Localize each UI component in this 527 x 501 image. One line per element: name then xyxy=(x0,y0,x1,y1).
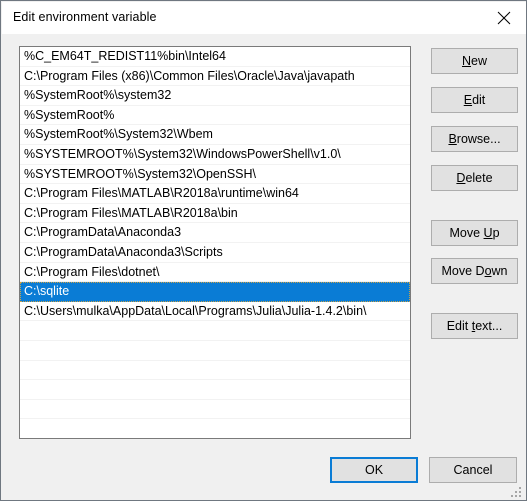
close-icon[interactable] xyxy=(481,2,526,33)
move-down-accel: o xyxy=(484,264,492,278)
cancel-button[interactable]: Cancel xyxy=(429,457,517,483)
list-item[interactable]: C:\ProgramData\Anaconda3\Scripts xyxy=(20,243,410,263)
grip-dot xyxy=(515,491,517,493)
delete-button[interactable]: Delete xyxy=(431,165,518,191)
browse-accel: B xyxy=(448,132,457,146)
list-item[interactable]: %SYSTEMROOT%\System32\OpenSSH\ xyxy=(20,165,410,185)
move-up-accel: U xyxy=(483,226,493,240)
list-item-empty[interactable] xyxy=(20,400,410,420)
list-item[interactable]: C:\Program Files\dotnet\ xyxy=(20,263,410,283)
edit-accel: E xyxy=(463,93,473,107)
list-item-empty[interactable] xyxy=(20,321,410,341)
move-down-button[interactable]: Move Down xyxy=(431,258,518,284)
browse-button[interactable]: Browse... xyxy=(431,126,518,152)
list-item-empty[interactable] xyxy=(20,341,410,361)
ok-button[interactable]: OK xyxy=(330,457,418,483)
new-label-post: ew xyxy=(471,54,487,68)
edit-button[interactable]: Edit xyxy=(431,87,518,113)
list-item[interactable]: C:\sqlite xyxy=(20,282,410,302)
list-item[interactable]: C:\Users\mulka\AppData\Local\Programs\Ju… xyxy=(20,302,410,322)
list-item-empty[interactable] xyxy=(20,380,410,400)
close-glyph xyxy=(497,11,511,24)
grip-dot xyxy=(515,495,517,497)
grip-dot xyxy=(519,495,521,497)
list-item[interactable]: %C_EM64T_REDIST11%bin\Intel64 xyxy=(20,47,410,67)
move-up-label-post: p xyxy=(492,226,500,240)
edit-text-label-pre: Edit xyxy=(446,319,472,333)
move-up-button[interactable]: Move Up xyxy=(431,220,518,246)
list-item[interactable]: %SystemRoot%\system32 xyxy=(20,86,410,106)
list-item[interactable]: C:\Program Files\MATLAB\R2018a\runtime\w… xyxy=(20,184,410,204)
list-item[interactable]: C:\Program Files\MATLAB\R2018a\bin xyxy=(20,204,410,224)
grip-dot xyxy=(519,491,521,493)
resize-grip-icon[interactable] xyxy=(511,485,523,497)
dialog-title: Edit environment variable xyxy=(13,10,157,24)
new-button[interactable]: New xyxy=(431,48,518,74)
list-item[interactable]: %SYSTEMROOT%\System32\WindowsPowerShell\… xyxy=(20,145,410,165)
list-item[interactable]: C:\ProgramData\Anaconda3 xyxy=(20,223,410,243)
list-item[interactable]: %SystemRoot% xyxy=(20,106,410,126)
grip-dot xyxy=(519,487,521,489)
browse-label-post: rowse... xyxy=(456,132,501,146)
edit-label-post: dit xyxy=(472,93,486,107)
edit-environment-variable-dialog: Edit environment variable %C_EM64T_REDIS… xyxy=(0,0,527,501)
path-list[interactable]: %C_EM64T_REDIST11%bin\Intel64 C:\Program … xyxy=(19,46,411,439)
list-item[interactable]: %SystemRoot%\System32\Wbem xyxy=(20,125,410,145)
move-down-label-pre: Move D xyxy=(441,264,485,278)
list-item[interactable]: C:\Program Files (x86)\Common Files\Orac… xyxy=(20,67,410,87)
edit-text-button[interactable]: Edit text... xyxy=(431,313,518,339)
edit-text-label-post: ext... xyxy=(475,319,503,333)
title-bar: Edit environment variable xyxy=(2,2,526,34)
new-accel: N xyxy=(461,54,472,68)
list-item-empty[interactable] xyxy=(20,361,410,381)
move-up-label-pre: Move xyxy=(449,226,484,240)
delete-label-post: elete xyxy=(465,171,493,185)
move-down-label-post: wn xyxy=(491,264,508,278)
grip-dot xyxy=(511,495,513,497)
list-item-empty[interactable] xyxy=(20,419,410,438)
